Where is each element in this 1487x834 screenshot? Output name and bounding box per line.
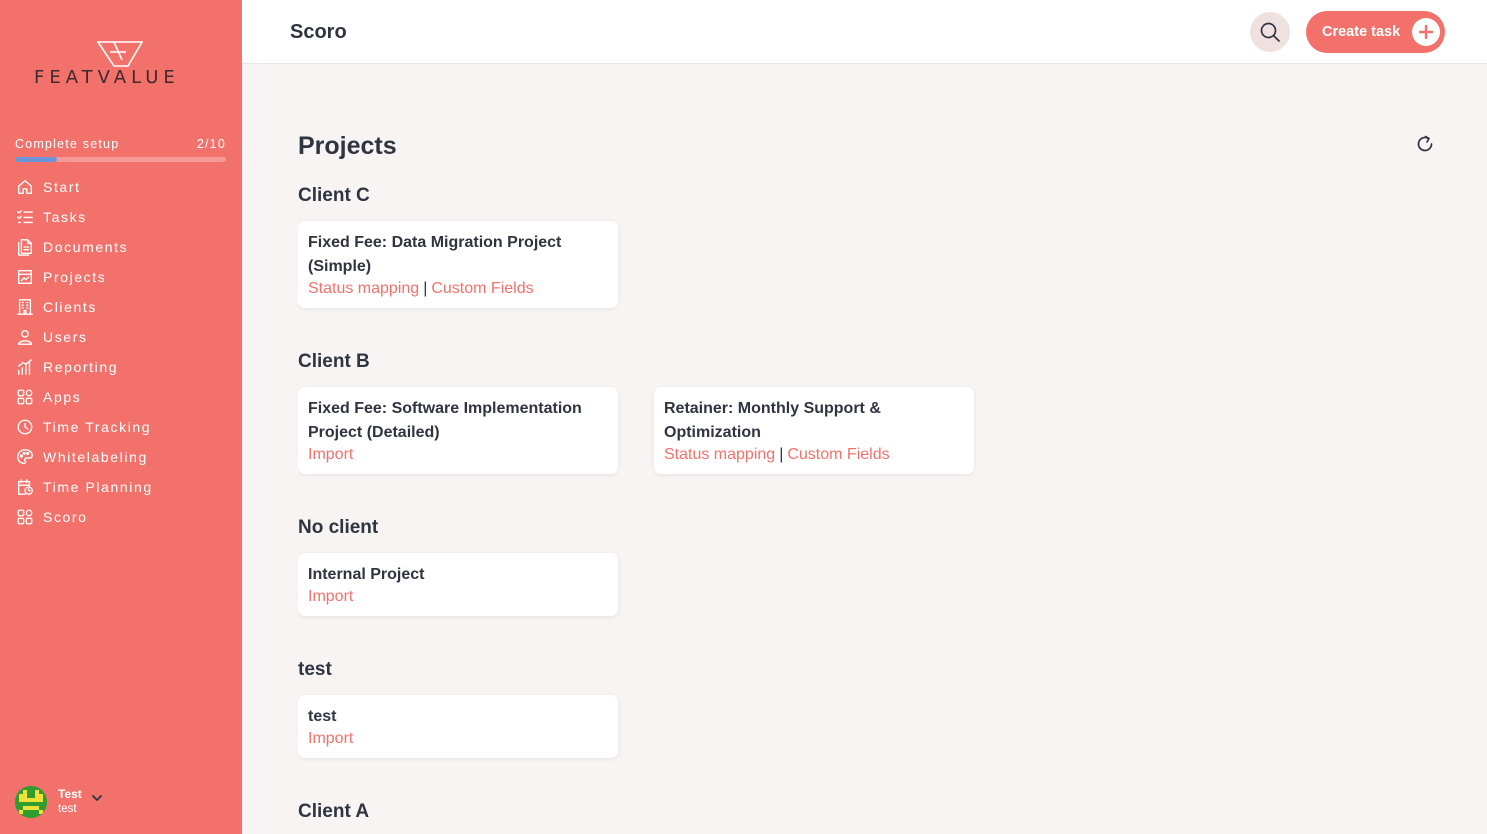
featvalue-logo[interactable]: FEATVALUE bbox=[34, 40, 209, 90]
client-group: No client Internal Project Import bbox=[298, 517, 618, 616]
project-card: Internal Project Import bbox=[298, 553, 618, 616]
sidebar-item-tasks[interactable]: Tasks bbox=[15, 202, 230, 232]
project-card: test Import bbox=[298, 695, 618, 758]
search-icon bbox=[1260, 22, 1280, 42]
project-title: Fixed Fee: Software Implementation Proje… bbox=[308, 400, 582, 441]
refresh-icon[interactable] bbox=[1414, 133, 1436, 155]
sidebar-item-label: Time Planning bbox=[43, 479, 153, 495]
timer-icon bbox=[15, 417, 35, 437]
sidebar-item-projects[interactable]: Projects bbox=[15, 262, 230, 292]
task-list-icon bbox=[15, 207, 35, 227]
apps-grid-icon bbox=[15, 507, 35, 527]
setup-label: Complete setup bbox=[15, 137, 120, 151]
user-menu[interactable]: Test test bbox=[15, 786, 104, 818]
logo-text: FEATVALUE bbox=[34, 67, 180, 88]
project-card: Retainer: Monthly Support & Optimization… bbox=[654, 387, 974, 474]
bar-chart-icon bbox=[15, 357, 35, 377]
user-icon bbox=[15, 327, 35, 347]
sidebar-item-label: Start bbox=[43, 179, 81, 195]
project-card: Fixed Fee: Data Migration Project (Simpl… bbox=[298, 221, 618, 308]
client-group-title: No client bbox=[298, 517, 379, 538]
sidebar-item-label: Scoro bbox=[43, 509, 88, 525]
sidebar-item-label: Apps bbox=[43, 389, 82, 405]
projects-icon bbox=[15, 267, 35, 287]
sidebar-item-label: Users bbox=[43, 329, 88, 345]
link-separator: | bbox=[779, 446, 784, 463]
client-group-title: Client B bbox=[298, 351, 370, 372]
client-group-title: Client A bbox=[298, 801, 370, 822]
link-separator: | bbox=[423, 280, 428, 297]
sidebar-item-label: Whitelabeling bbox=[43, 449, 148, 465]
plus-icon bbox=[1412, 18, 1440, 46]
sidebar-item-label: Projects bbox=[43, 269, 107, 285]
sidebar-item-label: Tasks bbox=[43, 209, 87, 225]
sidebar-item-reporting[interactable]: Reporting bbox=[15, 352, 230, 382]
avatar bbox=[15, 786, 47, 818]
sidebar-item-start[interactable]: Start bbox=[15, 172, 230, 202]
sidebar-item-whitelabeling[interactable]: Whitelabeling bbox=[15, 442, 230, 472]
sidebar-item-time-planning[interactable]: Time Planning bbox=[15, 472, 230, 502]
sidebar-item-label: Clients bbox=[43, 299, 97, 315]
sidebar-item-documents[interactable]: Documents bbox=[15, 232, 230, 262]
documents-icon bbox=[15, 237, 35, 257]
sidebar: FEATVALUE Complete setup 2/10 Start Task… bbox=[0, 0, 242, 834]
sidebar-item-apps[interactable]: Apps bbox=[15, 382, 230, 412]
sidebar-nav: Start Tasks Documents Projects Clients U… bbox=[15, 172, 230, 532]
sidebar-item-time-tracking[interactable]: Time Tracking bbox=[15, 412, 230, 442]
user-subtitle: test bbox=[58, 803, 77, 815]
sidebar-item-label: Reporting bbox=[43, 359, 119, 375]
top-bar: Scoro Create task bbox=[242, 0, 1487, 64]
sidebar-item-label: Documents bbox=[43, 239, 129, 255]
sidebar-item-users[interactable]: Users bbox=[15, 322, 230, 352]
search-button[interactable] bbox=[1250, 12, 1290, 52]
main-content: Projects Client C Fixed Fee: Data Migrat… bbox=[298, 64, 1438, 834]
client-group: Client C Fixed Fee: Data Migration Proje… bbox=[298, 185, 618, 308]
setup-progress-bar bbox=[15, 157, 226, 162]
calendar-clock-icon bbox=[15, 477, 35, 497]
status-mapping-link[interactable]: Status mapping bbox=[308, 280, 419, 297]
project-title: test bbox=[308, 708, 337, 725]
home-icon bbox=[15, 177, 35, 197]
project-title: Fixed Fee: Data Migration Project (Simpl… bbox=[308, 234, 562, 275]
sidebar-item-scoro[interactable]: Scoro bbox=[15, 502, 230, 532]
chevron-down-icon[interactable] bbox=[90, 791, 104, 810]
building-icon bbox=[15, 297, 35, 317]
complete-setup[interactable]: Complete setup 2/10 bbox=[15, 137, 226, 162]
create-task-label: Create task bbox=[1322, 24, 1401, 40]
project-card: Fixed Fee: Software Implementation Proje… bbox=[298, 387, 618, 474]
custom-fields-link[interactable]: Custom Fields bbox=[431, 280, 533, 297]
setup-progress-fill bbox=[15, 157, 58, 162]
sidebar-item-label: Time Tracking bbox=[43, 419, 152, 435]
import-link[interactable]: Import bbox=[308, 446, 353, 463]
import-link[interactable]: Import bbox=[308, 730, 353, 747]
sidebar-item-clients[interactable]: Clients bbox=[15, 292, 230, 322]
setup-progress-text: 2/10 bbox=[196, 137, 226, 151]
apps-grid-icon bbox=[15, 387, 35, 407]
client-group: Client A bbox=[298, 801, 369, 825]
client-group: Client B Fixed Fee: Software Implementat… bbox=[298, 351, 974, 474]
custom-fields-link[interactable]: Custom Fields bbox=[787, 446, 889, 463]
page-header-title: Scoro bbox=[290, 21, 347, 43]
import-link[interactable]: Import bbox=[308, 588, 353, 605]
status-mapping-link[interactable]: Status mapping bbox=[664, 446, 775, 463]
logo-mark-icon bbox=[96, 41, 144, 67]
palette-icon bbox=[15, 447, 35, 467]
project-title: Retainer: Monthly Support & Optimization bbox=[664, 400, 881, 441]
page-title: Projects bbox=[298, 132, 397, 160]
create-task-button[interactable]: Create task bbox=[1306, 11, 1445, 53]
user-name: Test bbox=[58, 787, 82, 801]
project-title: Internal Project bbox=[308, 566, 425, 583]
client-group-title: test bbox=[298, 659, 332, 680]
client-group: test test Import bbox=[298, 659, 618, 758]
client-group-title: Client C bbox=[298, 185, 370, 206]
